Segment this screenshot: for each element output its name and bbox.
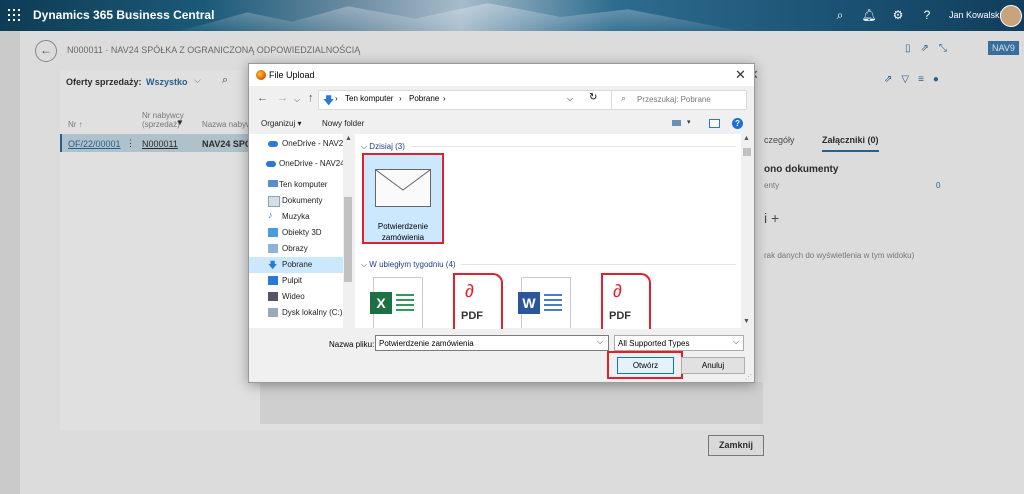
- navigation-pane: OneDrive - NAV24 OneDrive - NAV24 Ten ko…: [249, 134, 348, 328]
- chevron-down-icon[interactable]: ⌵: [567, 94, 573, 104]
- content-scrollbar[interactable]: [741, 134, 753, 328]
- file-name: Potwierdzenie zamówienia: [377, 222, 429, 242]
- bell-icon[interactable]: 🔔︎: [861, 8, 877, 22]
- filename-value: Potwierdzenie zamówienia: [379, 339, 474, 348]
- resize-grip-icon[interactable]: ⋰: [745, 373, 752, 381]
- app-title[interactable]: Dynamics 365 Business Central: [33, 8, 214, 22]
- objects-3d-icon: [268, 228, 278, 237]
- nav-item-music[interactable]: ♪ Muzyka: [249, 209, 345, 225]
- music-icon: ♪: [268, 210, 273, 220]
- scroll-down-icon[interactable]: ▼: [743, 318, 750, 325]
- back-arrow-icon[interactable]: ←: [257, 92, 268, 104]
- nav-item-this-pc[interactable]: Ten komputer: [249, 177, 345, 193]
- desktop-icon: [268, 276, 278, 285]
- preview-pane-icon[interactable]: [709, 119, 720, 128]
- word-file-icon[interactable]: W: [518, 277, 571, 328]
- scroll-up-icon[interactable]: ▲: [743, 135, 750, 142]
- nav-item-local-disk[interactable]: Dysk lokalny (C:): [249, 305, 345, 321]
- breadcrumb-chevron: ›: [443, 94, 446, 103]
- new-folder-button[interactable]: Nowy folder: [322, 119, 364, 128]
- cancel-button[interactable]: Anuluj: [681, 357, 745, 374]
- download-icon: 🡇: [268, 260, 278, 270]
- chevron-down-icon[interactable]: ⌵: [294, 95, 300, 105]
- chevron-down-icon[interactable]: ⌵: [733, 337, 739, 347]
- up-arrow-icon[interactable]: ↑: [308, 92, 314, 104]
- excel-file-icon[interactable]: X: [370, 277, 423, 328]
- documents-icon: [268, 196, 280, 207]
- breadcrumb-chevron: ›: [335, 94, 338, 103]
- forward-arrow-icon[interactable]: →: [277, 92, 288, 104]
- breadcrumb-chevron: ›: [399, 94, 402, 103]
- cloud-icon: [266, 161, 276, 167]
- download-icon: 🡇: [323, 95, 335, 107]
- help-icon[interactable]: ?: [732, 118, 743, 129]
- envelope-icon: [375, 169, 431, 207]
- avatar[interactable]: [1000, 5, 1022, 27]
- nav-item-pictures[interactable]: Obrazy: [249, 241, 345, 257]
- chevron-down-icon[interactable]: ▾: [687, 118, 691, 126]
- filetype-value: All Supported Types: [618, 339, 690, 348]
- video-icon: [268, 292, 278, 301]
- nav-item-downloads[interactable]: 🡇 Pobrane: [249, 257, 345, 273]
- pdf-file-icon[interactable]: ∂ PDF: [601, 273, 651, 329]
- user-name[interactable]: Jan Kowalski: [949, 10, 1002, 20]
- nav-item-3d-objects[interactable]: Obiekty 3D: [249, 225, 345, 241]
- highlight-box: [607, 351, 683, 379]
- dialog-title: File Upload: [269, 70, 315, 80]
- nav-item-onedrive[interactable]: OneDrive - NAV24: [249, 136, 348, 152]
- nav-scrollbar[interactable]: [343, 134, 353, 328]
- gear-icon[interactable]: ⚙: [890, 8, 906, 22]
- pictures-icon: [268, 244, 278, 253]
- filename-label: Nazwa pliku:: [329, 340, 375, 349]
- nav-item-onedrive[interactable]: OneDrive - NAV24: [249, 156, 345, 172]
- scroll-up-icon[interactable]: ▲: [345, 135, 352, 142]
- view-options-icon[interactable]: [672, 120, 681, 126]
- pdf-file-icon[interactable]: ∂ PDF: [453, 273, 503, 329]
- cloud-icon: [268, 141, 278, 147]
- search-icon[interactable]: ⌕: [832, 8, 848, 23]
- group-last-week[interactable]: ⌵ W ubiegłym tygodniu (4): [361, 260, 456, 270]
- nav-item-videos[interactable]: Wideo: [249, 289, 345, 305]
- computer-icon: [268, 180, 278, 187]
- app-launcher-icon[interactable]: [8, 9, 20, 21]
- help-icon[interactable]: ?: [919, 8, 935, 22]
- firefox-icon: [256, 70, 266, 80]
- file-upload-dialog: File Upload ✕ ← → ⌵ ↑ 🡇 › Ten komputer ›…: [248, 63, 755, 383]
- breadcrumb-downloads[interactable]: Pobrane: [409, 94, 439, 103]
- group-today[interactable]: ⌵ Dzisiaj (3): [361, 142, 405, 152]
- search-placeholder: Przeszukaj: Pobrane: [637, 95, 711, 104]
- refresh-icon[interactable]: ↻: [589, 92, 597, 103]
- breadcrumb-computer[interactable]: Ten komputer: [345, 94, 393, 103]
- nav-item-desktop[interactable]: Pulpit: [249, 273, 345, 289]
- search-icon: ⌕: [621, 93, 627, 103]
- close-icon[interactable]: ✕: [735, 67, 746, 83]
- dialog-titlebar: [249, 64, 754, 86]
- drive-icon: [268, 308, 278, 317]
- chevron-down-icon[interactable]: ⌵: [597, 337, 603, 347]
- organize-button[interactable]: Organizuj ▾: [261, 119, 301, 128]
- nav-item-documents[interactable]: Dokumenty: [249, 193, 345, 209]
